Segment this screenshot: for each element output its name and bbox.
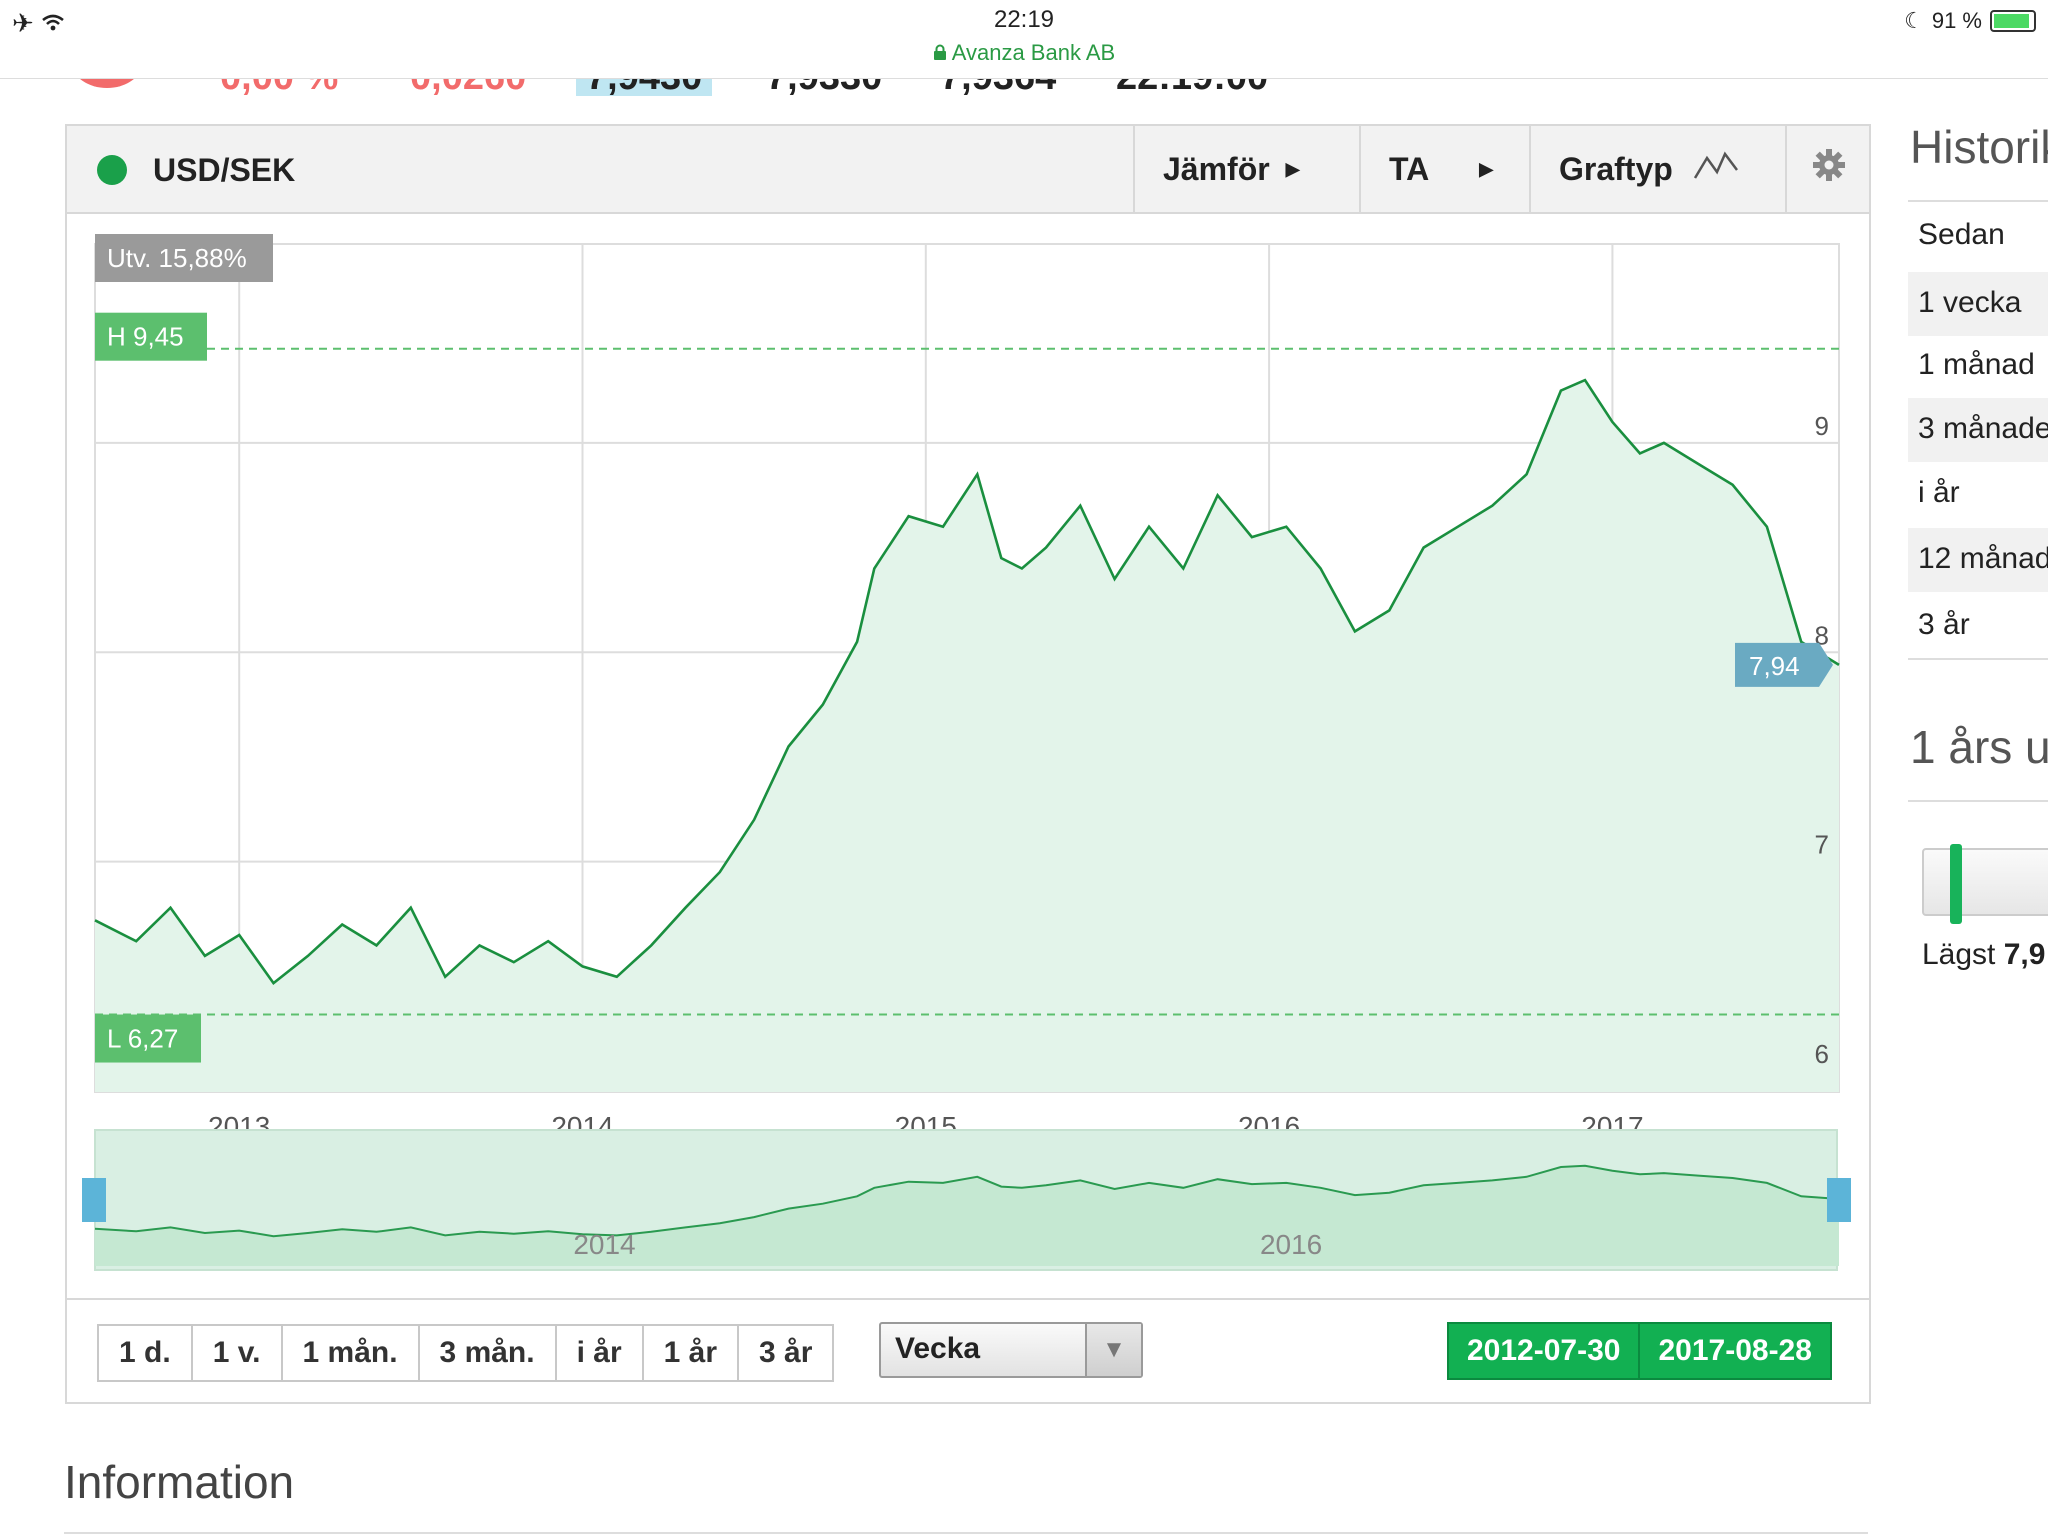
since-label: Sedan — [1918, 218, 2005, 251]
quote-strip: 0,00 % 0,0260 7,9430 7,9330 7,9364 22:19… — [0, 78, 2048, 96]
charttype-label: Graftyp — [1559, 150, 1673, 187]
change-badge-text: Utv. 15,88% — [107, 243, 247, 273]
slider-handle[interactable] — [1950, 844, 1962, 924]
history-title: Historik — [1910, 121, 2048, 173]
history-row: 1 månad — [1908, 334, 2048, 398]
chart-panel: USD/SEK Jämför ▶ TA ▶ Graftyp 6789 2013 201… — [65, 124, 1871, 1404]
period-ytd[interactable]: i år — [556, 1326, 644, 1380]
navigator-label: 2016 — [1260, 1229, 1322, 1260]
period-3y[interactable]: 3 år — [739, 1326, 833, 1380]
chart-controls: 1 d. 1 v. 1 mån. 3 mån. i år 1 år 3 år V… — [67, 1298, 1869, 1404]
date-from[interactable]: 2012-07-30 — [1449, 1324, 1641, 1378]
instrument-title: USD/SEK — [153, 152, 296, 188]
lowest-label: Lägst — [1922, 938, 1996, 971]
navigator-right-handle[interactable] — [1827, 1178, 1851, 1222]
battery-percent: 91 % — [1931, 8, 1982, 33]
quote-change-abs: 0,0260 — [410, 78, 526, 96]
period-selector: 1 d. 1 v. 1 mån. 3 mån. i år 1 år 3 år — [97, 1324, 835, 1382]
divider — [1908, 800, 2048, 802]
lowest-number: 7,9 — [2003, 938, 2046, 971]
status-dot — [97, 155, 127, 185]
period-3m[interactable]: 3 mån. — [419, 1326, 557, 1380]
y-tick-label: 7 — [1815, 830, 1829, 860]
high-badge-text: H 9,45 — [107, 322, 184, 352]
change-indicator — [72, 78, 142, 88]
y-tick-label: 9 — [1815, 411, 1829, 441]
settings-button[interactable] — [1785, 126, 1871, 212]
date-to[interactable]: 2017-08-28 — [1640, 1324, 1830, 1378]
divider — [1908, 200, 2048, 202]
play-arrow-icon: ▶ — [1479, 158, 1494, 179]
last-price-text: 7,94 — [1749, 651, 1800, 681]
history-period: 12 månader — [1918, 542, 2048, 575]
history-row: 3 månader — [1908, 398, 2048, 462]
year-development-title: 1 års utveckling — [1910, 721, 2048, 773]
gear-icon — [1812, 148, 1846, 190]
date-range: 2012-07-30 2017-08-28 — [1447, 1322, 1832, 1380]
history-period: 1 månad — [1918, 348, 2035, 381]
play-arrow-icon: ▶ — [1285, 158, 1300, 179]
chevron-down-icon: ▼ — [1085, 1324, 1141, 1376]
chart-toolbar: USD/SEK Jämför ▶ TA ▶ Graftyp — [67, 126, 1869, 214]
history-row: i år — [1908, 462, 2048, 526]
information-heading: Information — [64, 1456, 295, 1508]
y-tick-label: 6 — [1815, 1039, 1829, 1069]
battery-icon — [1990, 10, 2036, 32]
interval-select[interactable]: Vecka ▼ — [879, 1322, 1143, 1378]
price-chart[interactable]: 6789 2013 2014 2015 2016 2017 Utv. 15,88% H … — [67, 214, 1869, 1296]
history-period: 1 vecka — [1918, 286, 2022, 319]
quote-last: 7,9430 — [576, 78, 713, 96]
charttype-button[interactable]: Graftyp — [1529, 126, 1785, 212]
host-text: Avanza Bank AB — [951, 40, 1116, 65]
divider — [64, 1532, 1868, 1534]
compare-label: Jämför — [1163, 150, 1270, 187]
interval-value: Vecka — [895, 1332, 981, 1365]
history-row: 3 år — [1908, 594, 2048, 660]
quote-time: 22:19:00 — [1116, 78, 1268, 96]
history-panel: Historik Sedan 1 vecka 1 månad 3 månader… — [1908, 120, 2048, 1020]
clock: 22:19 — [993, 6, 1055, 33]
history-period: 3 år — [1918, 608, 1970, 641]
period-1w[interactable]: 1 v. — [192, 1326, 283, 1380]
ta-label: TA — [1389, 150, 1430, 187]
navigator-left-handle[interactable] — [82, 1178, 106, 1222]
moon-icon: ☾ — [1904, 8, 1924, 33]
line-chart-icon — [1693, 148, 1739, 190]
lock-icon — [933, 40, 952, 65]
history-header: Sedan — [1908, 204, 2048, 268]
period-1y[interactable]: 1 år — [643, 1326, 740, 1380]
history-row: 1 vecka — [1908, 272, 2048, 336]
ta-button[interactable]: TA ▶ — [1359, 126, 1529, 212]
status-right: ☾ 91 % — [1904, 8, 2036, 34]
period-1m[interactable]: 1 mån. — [282, 1326, 420, 1380]
battery-level — [1994, 14, 2029, 28]
period-1d[interactable]: 1 d. — [99, 1326, 193, 1380]
history-row: 12 månader — [1908, 528, 2048, 592]
quote-bid: 7,9330 — [766, 78, 882, 96]
status-bar: ✈ 22:19 Avanza Bank AB ☾ 91 % — [0, 0, 2048, 79]
low-badge-text: L 6,27 — [107, 1024, 178, 1054]
history-period: 3 månader — [1918, 412, 2048, 445]
quote-change-pct: 0,00 % — [220, 78, 338, 96]
quote-ask: 7,9364 — [940, 78, 1056, 96]
year-range-slider[interactable] — [1922, 844, 2048, 924]
site-host: Avanza Bank AB — [0, 40, 2048, 66]
compare-button[interactable]: Jämför ▶ — [1133, 126, 1359, 212]
history-period: i år — [1918, 476, 1960, 509]
lowest-value: Lägst 7,9 — [1922, 938, 2045, 972]
navigator-label: 2014 — [573, 1229, 635, 1260]
